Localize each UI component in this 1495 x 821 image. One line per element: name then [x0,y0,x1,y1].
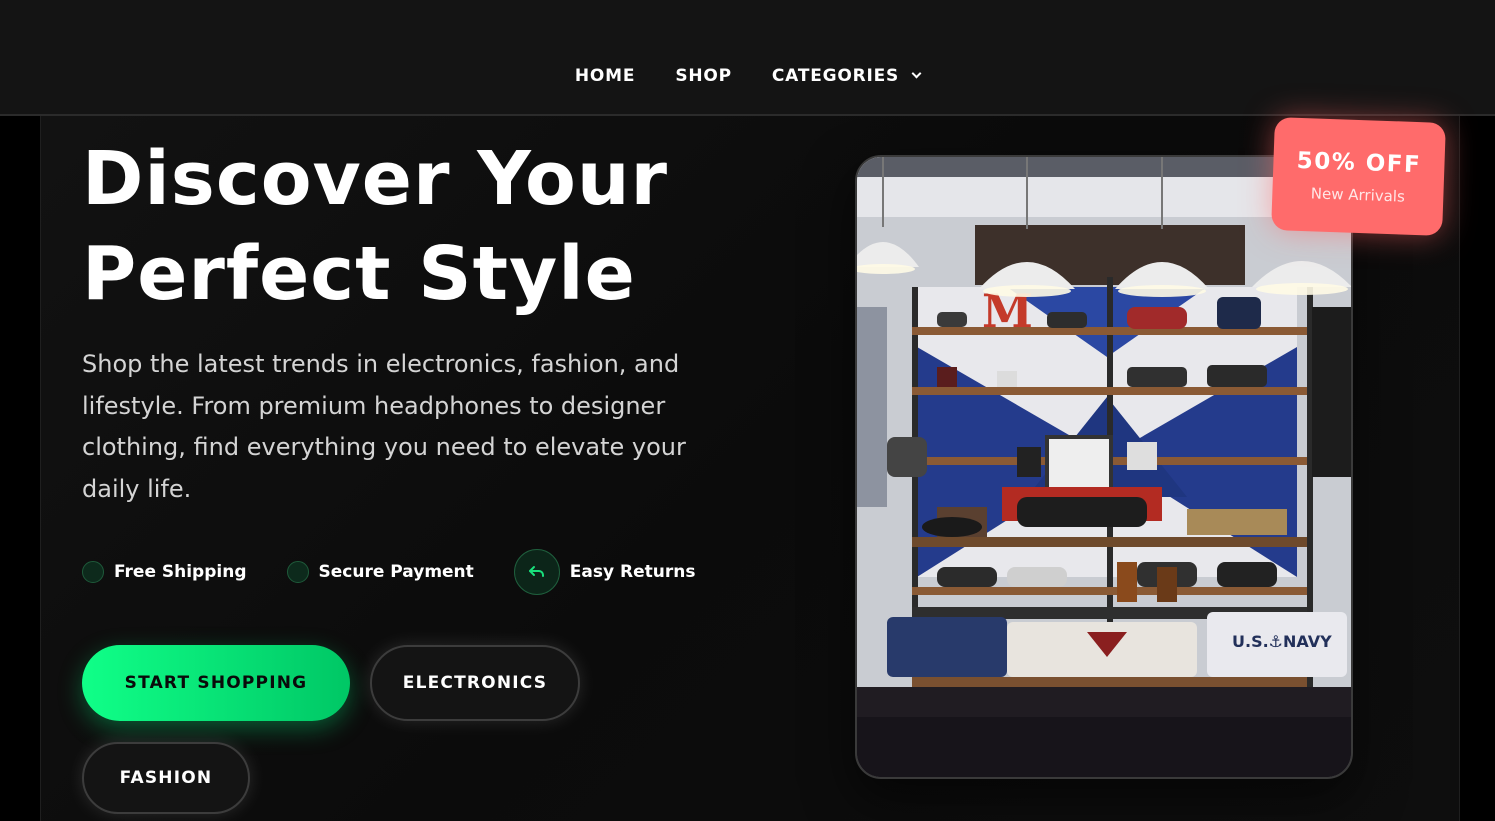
return-arrow-icon [513,549,560,595]
feature-secure-payment: Secure Payment [286,561,474,583]
hero-title: Discover Your Perfect Style [82,132,782,322]
feature-label: Free Shipping [114,562,247,582]
feature-easy-returns: Easy Returns [513,549,696,595]
nav-shop[interactable]: SHOP [675,66,732,86]
hero-title-line-2: Perfect Style [82,231,636,317]
promo-title: 50% OFF [1296,147,1422,178]
feature-free-shipping: Free Shipping [82,561,247,583]
feature-list: Free Shipping Secure Payment Easy Return… [82,548,735,596]
check-circle-icon [82,561,104,583]
chevron-down-icon [911,68,922,78]
promo-subtitle: New Arrivals [1310,183,1406,206]
start-shopping-button[interactable]: START SHOPPING [82,645,350,721]
electronics-button[interactable]: ELECTRONICS [370,645,580,721]
nav-categories-label: CATEGORIES [771,66,900,86]
feature-label: Secure Payment [318,562,474,582]
svg-text:U.S.⚓NAVY: U.S.⚓NAVY [1232,632,1332,651]
feature-label: Easy Returns [569,562,696,582]
nav-categories[interactable]: CATEGORIES [771,66,922,86]
nav-links: HOME SHOP CATEGORIES [0,66,1495,86]
store-interior-image: M U.S.⚓NAVY [855,155,1353,779]
hero-title-line-1: Discover Your [82,136,669,222]
nav-home[interactable]: HOME [575,66,635,86]
top-navigation-bar: HOME SHOP CATEGORIES [0,0,1495,116]
hero-description: Shop the latest trends in electronics, f… [82,350,686,503]
fashion-button[interactable]: FASHION [82,742,250,814]
shield-circle-icon [286,561,309,583]
promo-badge: 50% OFF New Arrivals [1271,117,1446,236]
